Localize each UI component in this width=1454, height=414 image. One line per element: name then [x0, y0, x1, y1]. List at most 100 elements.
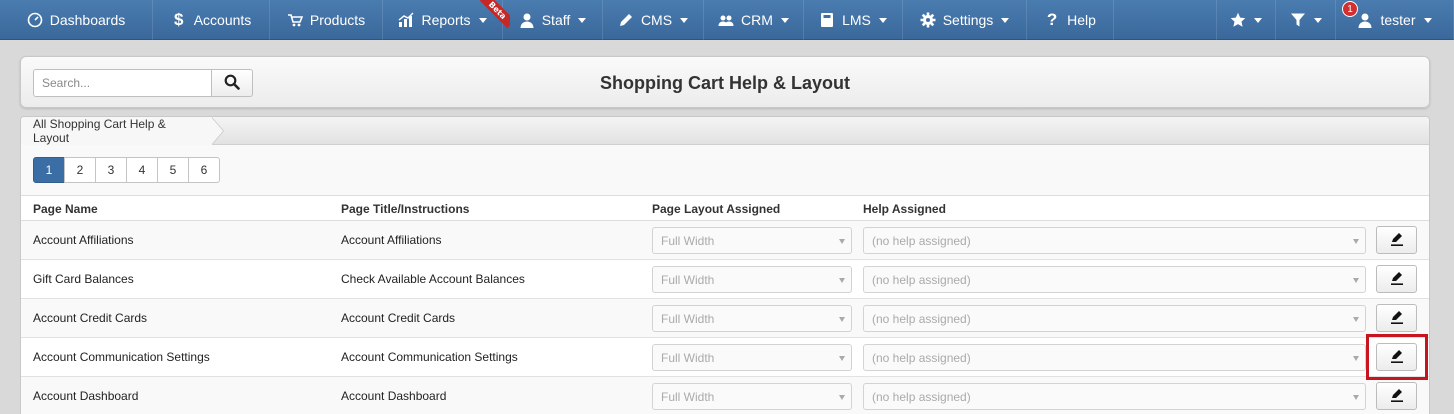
filter-icon: [1290, 12, 1306, 28]
user-icon: [519, 12, 535, 28]
page-name-cell: Account Credit Cards: [33, 311, 148, 325]
help-select[interactable]: (no help assigned): [863, 305, 1366, 332]
nav-staff[interactable]: Staff: [503, 0, 603, 40]
page-3[interactable]: 3: [95, 157, 127, 183]
page-1[interactable]: 1: [33, 157, 65, 183]
help-select-value: (no help assigned): [872, 273, 971, 287]
chart-icon: [398, 12, 414, 28]
layout-select-value: Full Width: [661, 390, 715, 404]
nav-user-menu[interactable]: 1 tester: [1336, 0, 1454, 40]
chevron-down-icon: [839, 278, 845, 283]
breadcrumb-item[interactable]: All Shopping Cart Help & Layout: [21, 117, 212, 145]
page-6[interactable]: 6: [188, 157, 220, 183]
content-panel: All Shopping Cart Help & Layout 1 2 3 4 …: [20, 116, 1430, 414]
page-name-cell: Account Dashboard: [33, 389, 139, 403]
table-row: Account Dashboard Account Dashboard Full…: [21, 377, 1429, 414]
page-title: Shopping Cart Help & Layout: [600, 73, 850, 93]
chevron-down-icon: [1353, 317, 1359, 322]
highlight-box: [1366, 334, 1428, 380]
pagination-area: 1 2 3 4 5 6: [21, 145, 1429, 196]
chevron-down-icon: [1353, 356, 1359, 361]
nav-filter[interactable]: [1276, 0, 1336, 40]
chevron-down-icon: [1254, 17, 1262, 23]
help-select-value: (no help assigned): [872, 351, 971, 365]
page-header: Shopping Cart Help & Layout: [20, 56, 1430, 108]
nav-settings[interactable]: Settings: [903, 0, 1027, 40]
edit-button[interactable]: [1376, 226, 1417, 254]
notification-badge[interactable]: 1: [1342, 1, 1358, 17]
nav-label: Dashboards: [49, 12, 126, 28]
edit-button[interactable]: [1376, 265, 1417, 293]
edit-icon: [1389, 309, 1405, 328]
chevron-down-icon: [878, 17, 887, 23]
chevron-down-icon: [1001, 17, 1010, 23]
help-select[interactable]: (no help assigned): [863, 227, 1366, 254]
edit-icon: [1389, 231, 1405, 250]
layout-select[interactable]: Full Width: [652, 227, 852, 254]
nav-label: Reports: [421, 12, 471, 28]
star-icon: [1230, 12, 1246, 28]
table-row: Account Communication Settings Account C…: [21, 338, 1429, 377]
column-header-page-title[interactable]: Page Title/Instructions: [341, 202, 469, 216]
help-select-value: (no help assigned): [872, 390, 971, 404]
page-4[interactable]: 4: [126, 157, 158, 183]
help-select[interactable]: (no help assigned): [863, 266, 1366, 293]
nav-label: Products: [309, 12, 366, 28]
page-title-cell: Account Credit Cards: [341, 311, 456, 325]
layout-select[interactable]: Full Width: [652, 383, 852, 410]
column-header-page-name[interactable]: Page Name: [33, 202, 98, 216]
chevron-down-icon: [578, 17, 587, 23]
column-header-layout[interactable]: Page Layout Assigned: [652, 202, 780, 216]
nav-products[interactable]: Products: [270, 0, 383, 40]
layout-select-value: Full Width: [661, 234, 715, 248]
page-5[interactable]: 5: [157, 157, 189, 183]
help-select[interactable]: (no help assigned): [863, 383, 1366, 410]
layout-select[interactable]: Full Width: [652, 266, 852, 293]
chevron-down-icon: [1353, 278, 1359, 283]
chevron-down-icon: [1313, 17, 1322, 23]
layout-select[interactable]: Full Width: [652, 305, 852, 332]
nav-cms[interactable]: CMS: [603, 0, 704, 40]
nav-lms[interactable]: LMS: [804, 0, 903, 40]
chevron-down-icon: [1353, 239, 1359, 244]
edit-icon: [1389, 387, 1405, 406]
chevron-down-icon: [839, 317, 845, 322]
chevron-down-icon: [1353, 395, 1359, 400]
dashboard-icon: [27, 12, 43, 28]
nav-label: CMS: [640, 12, 673, 28]
nav-label: Staff: [541, 12, 571, 28]
help-select-value: (no help assigned): [872, 234, 971, 248]
chevron-down-icon: [839, 239, 845, 244]
layout-select-value: Full Width: [661, 312, 715, 326]
page-2[interactable]: 2: [64, 157, 96, 183]
nav-label: LMS: [842, 12, 871, 28]
user-name: tester: [1380, 12, 1416, 28]
table-header: Page Name Page Title/Instructions Page L…: [21, 197, 1429, 221]
pencil-icon: [618, 12, 634, 28]
table-row: Account Credit Cards Account Credit Card…: [21, 299, 1429, 338]
edit-button[interactable]: [1376, 304, 1417, 332]
nav-reports[interactable]: Reports Beta: [383, 0, 510, 40]
breadcrumb-separator: [211, 117, 223, 145]
chevron-down-icon: [839, 395, 845, 400]
cart-icon: [287, 12, 303, 28]
layout-select-value: Full Width: [661, 351, 715, 365]
nav-help[interactable]: ? Help: [1027, 0, 1114, 40]
edit-button[interactable]: [1376, 382, 1417, 410]
nav-label: CRM: [741, 12, 773, 28]
book-icon: [819, 12, 835, 28]
breadcrumb: All Shopping Cart Help & Layout: [21, 117, 1429, 145]
page-name-cell: Account Affiliations: [33, 233, 134, 247]
chevron-down-icon: [1423, 17, 1432, 23]
layout-select[interactable]: Full Width: [652, 344, 852, 371]
help-select[interactable]: (no help assigned): [863, 344, 1366, 371]
help-select-value: (no help assigned): [872, 312, 971, 326]
nav-dashboards[interactable]: Dashboards: [0, 0, 153, 40]
nav-crm[interactable]: CRM: [704, 0, 804, 40]
nav-accounts[interactable]: $ Accounts: [153, 0, 270, 40]
chevron-down-icon: [780, 17, 789, 23]
nav-label: Accounts: [193, 12, 252, 28]
nav-favorites[interactable]: [1216, 0, 1276, 40]
column-header-help[interactable]: Help Assigned: [863, 202, 946, 216]
